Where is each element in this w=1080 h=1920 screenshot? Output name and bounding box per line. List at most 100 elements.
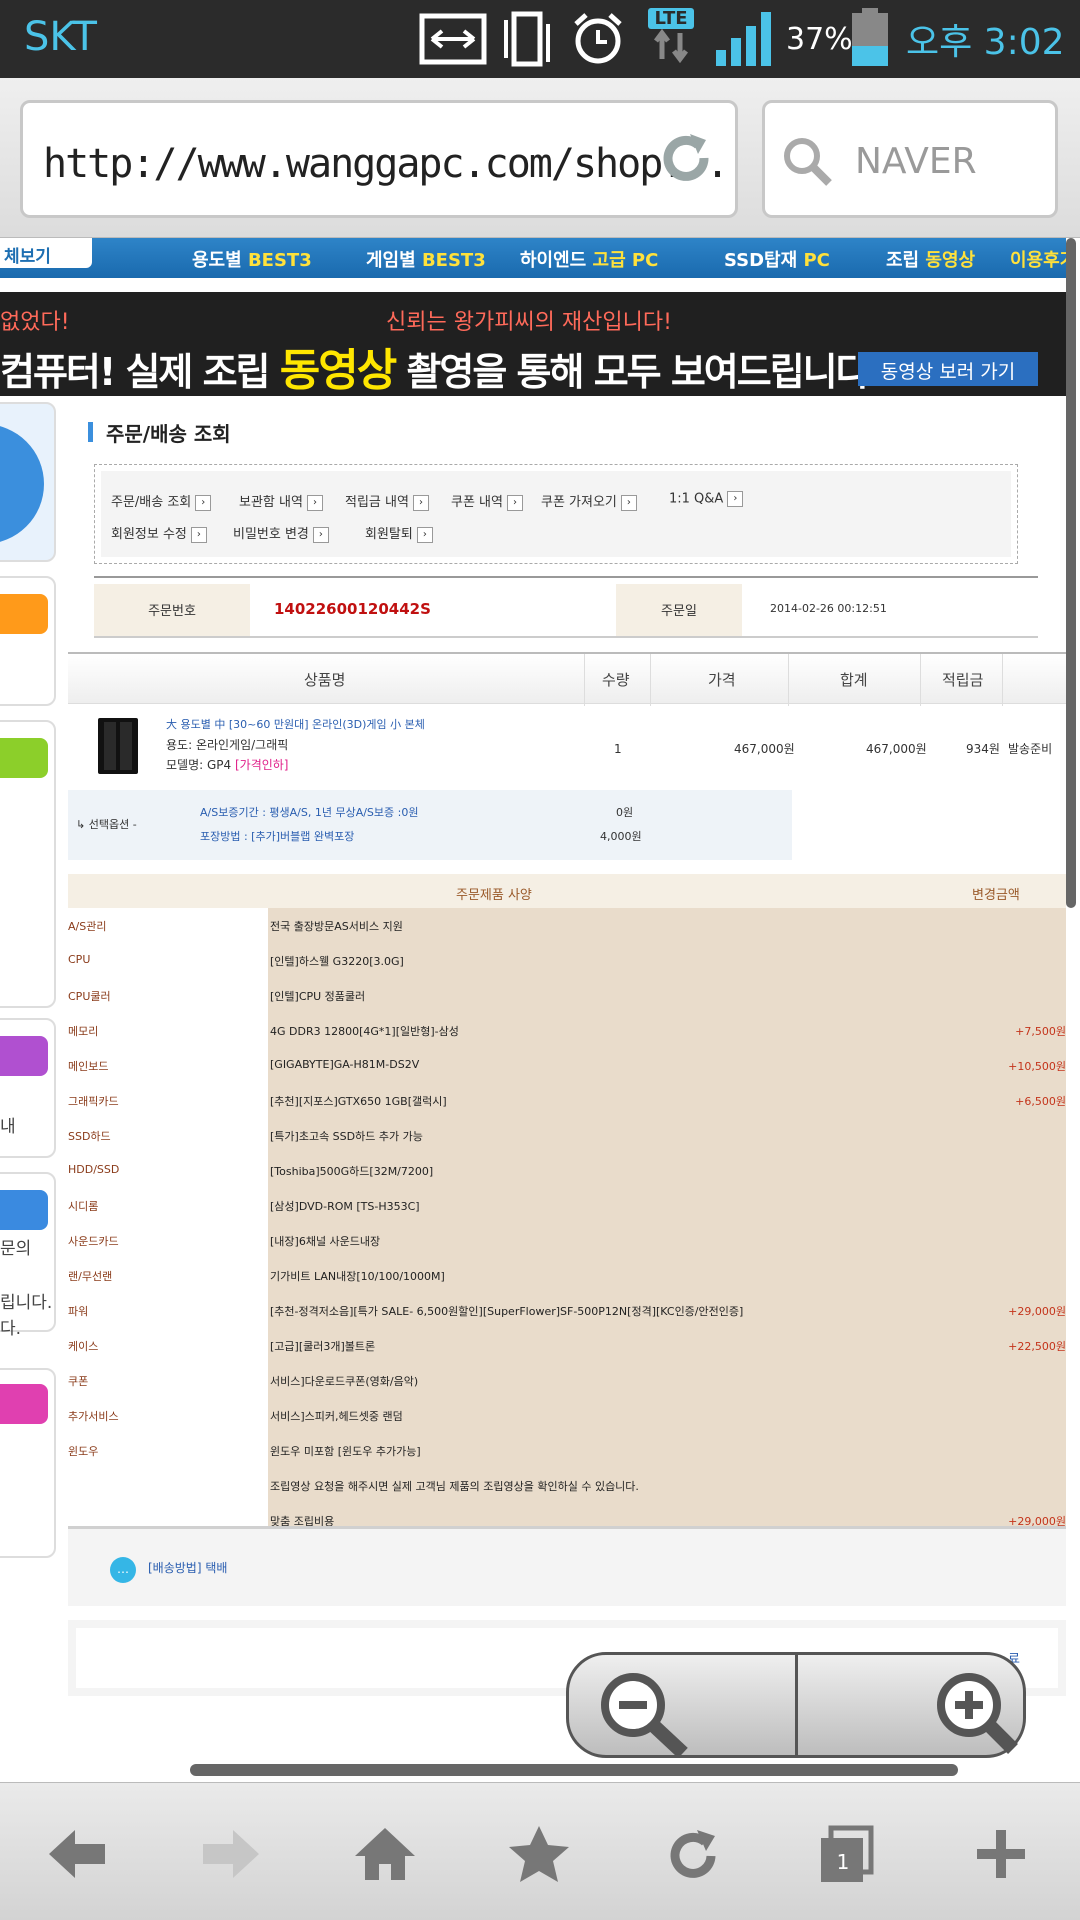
spec-row: 시디롬 [삼성]DVD-ROM [TS-H353C] <box>68 1188 1066 1223</box>
nav-item-video[interactable]: 조립 동영상 <box>886 246 975 272</box>
spec-value: [고급][쿨러3개]볼트론 <box>268 1328 1066 1363</box>
lte-icon: LTE <box>648 8 694 68</box>
spec-value: 윈도우 미포함 [윈도우 추가가능] <box>268 1433 1066 1468</box>
spec-label: 메인보드 <box>68 1060 109 1073</box>
vertical-scrollbar[interactable] <box>1066 238 1076 908</box>
product-thumbnail[interactable] <box>98 718 138 774</box>
nav-item-usage-best[interactable]: 용도별 BEST3 <box>192 246 312 272</box>
sidebar-text-4: 다. <box>0 1319 22 1339</box>
horizontal-scrollbar[interactable] <box>190 1764 958 1776</box>
screen-mirror-icon <box>418 10 488 68</box>
spec-row: 쿠폰 서비스]다운로드쿠폰(영화/음악) <box>68 1363 1066 1398</box>
spec-value: 조립영상 요청을 해주시면 실제 고객님 제품의 조립영상을 확인하실 수 있습… <box>268 1468 1066 1503</box>
spec-row: 파워 [추천-정격저소음][특가 SALE- 6,500원할인][SuperFlo… <box>68 1293 1066 1328</box>
menu-get-coupon[interactable]: 쿠폰 가져오기 › <box>541 491 637 511</box>
options-row: ↳ 선택옵션 - A/S보증기간 : 평생A/S, 1년 무상A/S보증 :0원… <box>68 790 792 860</box>
tab-count: 1 <box>836 1850 850 1874</box>
sidebar-orange-button[interactable] <box>0 594 48 634</box>
zoom-out-button[interactable] <box>569 1655 795 1755</box>
product-category[interactable]: 大 용도별 中 [30~60 만원대] 온라인(3D)게임 小 본체 <box>166 716 425 732</box>
spec-header-amount: 변경금액 <box>972 888 1020 903</box>
spec-amount: +29,000원 <box>1008 1305 1066 1318</box>
menu-points[interactable]: 적립금 내역 › <box>345 491 429 511</box>
spec-value: [내장]6채널 사운드내장 <box>268 1223 1066 1258</box>
spec-value: 전국 출장방문AS서비스 지원 <box>268 908 1066 943</box>
order-number-label: 주문번호 <box>94 584 250 636</box>
spec-value: [Toshiba]500G하드[32M/7200] <box>268 1153 1066 1188</box>
nav-item-ssd[interactable]: SSD탑재 PC <box>724 246 830 272</box>
product-model: 모델명: GP4 [가격인하] <box>166 758 289 772</box>
nav-item-reviews[interactable]: 이용후기 <box>1010 246 1066 272</box>
forward-button[interactable] <box>196 1819 266 1889</box>
sidebar-banner[interactable] <box>0 402 56 562</box>
menu-change-password[interactable]: 비밀번호 변경 › <box>233 523 329 543</box>
web-content[interactable]: 체보기 용도별 BEST3 게임별 BEST3 하이엔드 고급 PC SSD탑재… <box>0 238 1066 1780</box>
back-button[interactable] <box>42 1819 112 1889</box>
sidebar-pink-button[interactable] <box>0 1384 48 1424</box>
spec-value: [GIGABYTE]GA-H81M-DS2V <box>268 1048 1066 1083</box>
product-points: 934원 <box>966 742 1000 756</box>
menu-wishlist[interactable]: 보관함 내역 › <box>239 491 323 511</box>
spec-row: HDD/SSD [Toshiba]500G하드[32M/7200] <box>68 1153 1066 1188</box>
spec-value: [인텔]CPU 정품쿨러 <box>268 978 1066 1013</box>
sidebar-blue-button[interactable] <box>0 1190 48 1230</box>
menu-qna[interactable]: 1:1 Q&A › <box>669 491 744 507</box>
spec-amount: +7,500원 <box>1015 1025 1066 1038</box>
menu-withdraw[interactable]: 회원탈퇴 › <box>365 523 433 543</box>
lte-label: LTE <box>648 8 694 29</box>
zoom-in-button[interactable] <box>799 1655 1025 1755</box>
nav-item-game-best[interactable]: 게임별 BEST3 <box>366 246 486 272</box>
spec-value: [추천][지포스]GTX650 1GB[갤럭시] <box>268 1083 1066 1118</box>
spec-label: 메모리 <box>68 1025 99 1038</box>
search-placeholder: NAVER <box>855 141 977 182</box>
sidebar-purple-button[interactable] <box>0 1036 48 1076</box>
home-button[interactable] <box>350 1819 420 1889</box>
nav-all-button[interactable]: 체보기 <box>0 238 92 268</box>
spec-amount: +6,500원 <box>1015 1095 1066 1108</box>
signal-icon <box>714 10 776 68</box>
spec-label: A/S관리 <box>68 920 107 933</box>
menu-edit-profile[interactable]: 회원정보 수정 › <box>111 523 207 543</box>
menu-order-status[interactable]: 주문/배송 조회 › <box>111 491 212 511</box>
watch-video-button[interactable]: 동영상 보러 가기 <box>858 352 1038 386</box>
url-field[interactable]: http://www.wanggapc.com/shop... <box>20 100 738 218</box>
banner-line1-left: 없었다! <box>0 310 70 335</box>
home-icon <box>355 1828 415 1880</box>
spec-label: 케이스 <box>68 1340 99 1353</box>
spec-value: 4G DDR3 12800[4G*1][일반형]-삼성 <box>268 1013 1066 1048</box>
shipping-method: [배송방법] 택배 <box>148 1561 228 1575</box>
spec-label: 추가서비스 <box>68 1410 119 1423</box>
clock: 오후 3:02 <box>906 22 1065 63</box>
nav-item-highend[interactable]: 하이엔드 고급 PC <box>520 246 658 272</box>
spec-amount: +22,500원 <box>1008 1340 1066 1353</box>
product-usage: 용도: 온라인게임/그래픽 <box>166 738 289 752</box>
menu-coupons[interactable]: 쿠폰 내역 › <box>451 491 523 511</box>
col-qty: 수량 <box>602 671 630 689</box>
spec-header: 주문제품 사양 변경금액 <box>68 874 1066 908</box>
spec-row: CPU [인텔]하스웰 G3220[3.0G] <box>68 943 1066 978</box>
promo-banner[interactable]: 없었다! 신뢰는 왕가피씨의 재산입니다! 컴퓨터! 실제 조립 동영상 촬영을… <box>0 292 1066 396</box>
bookmarks-button[interactable] <box>504 1819 574 1889</box>
option-packing: 포장방법 : [추가]버블랩 완벽포장 <box>200 830 355 843</box>
refresh-button[interactable] <box>658 1819 728 1889</box>
spec-row: 메모리 4G DDR3 12800[4G*1][일반형]-삼성 +7,500원 <box>68 1013 1066 1048</box>
sidebar-green-button[interactable] <box>0 738 48 778</box>
new-tab-button[interactable] <box>966 1819 1036 1889</box>
spec-label: 파워 <box>68 1305 89 1318</box>
reload-icon[interactable] <box>660 128 716 192</box>
product-qty: 1 <box>614 742 622 756</box>
left-sidebar: 내 문의 립니다. 다. <box>0 398 58 1780</box>
spec-label: CPU <box>68 953 91 966</box>
spec-row: 랜/무선랜 기가비트 LAN내장[10/100/1000M] <box>68 1258 1066 1293</box>
zoom-controls <box>566 1652 1026 1758</box>
zoom-in-icon <box>937 1673 1018 1754</box>
tabs-button[interactable]: 1 <box>812 1819 882 1889</box>
sidebar-text-3: 립니다. <box>0 1293 53 1313</box>
product-row: 大 용도별 中 [30~60 만원대] 온라인(3D)게임 小 본체 용도: 온… <box>68 706 1066 790</box>
spec-value: [삼성]DVD-ROM [TS-H353C] <box>268 1188 1066 1223</box>
sidebar-text-1: 내 <box>0 1117 16 1137</box>
spec-row: 그래픽카드 [추천][지포스]GTX650 1GB[갤럭시] +6,500원 <box>68 1083 1066 1118</box>
banner-line1-right: 신뢰는 왕가피씨의 재산입니다! <box>386 310 672 335</box>
spec-row: 사운드카드 [내장]6채널 사운드내장 <box>68 1223 1066 1258</box>
options-label: ↳ 선택옵션 - <box>76 818 137 831</box>
